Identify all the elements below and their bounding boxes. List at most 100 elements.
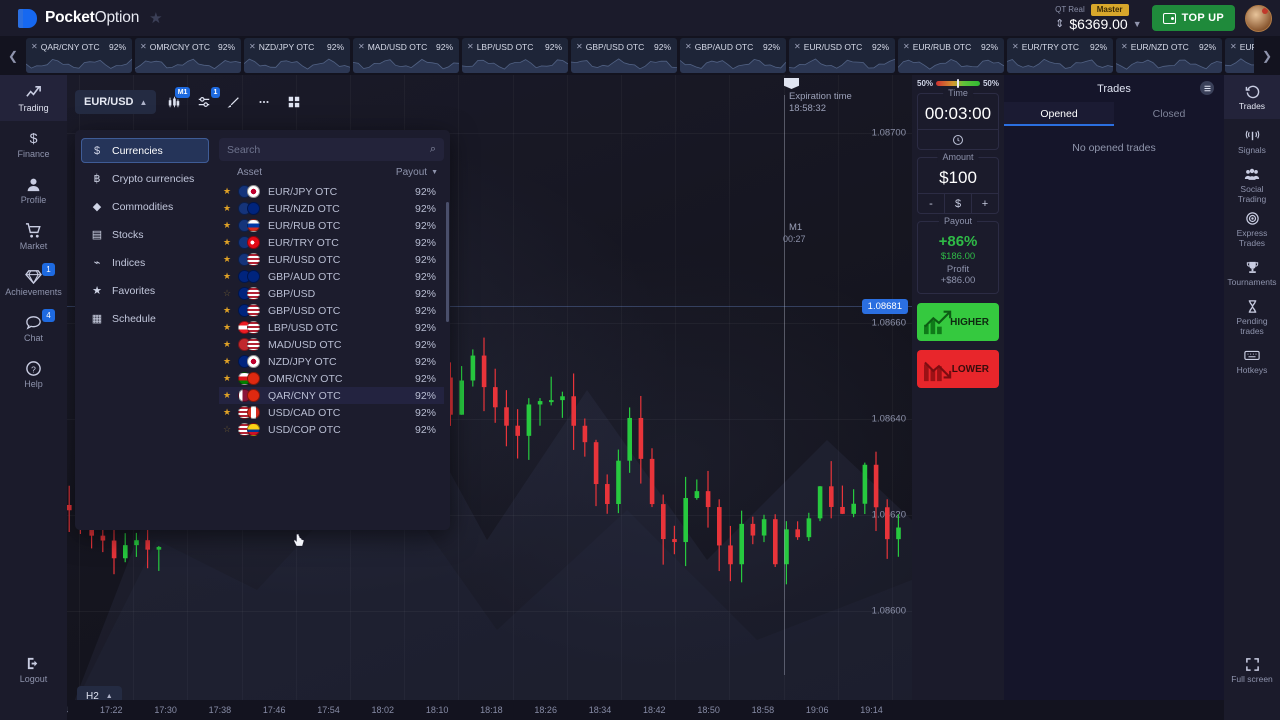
asset-list[interactable]: ★ EUR/JPY OTC 92% ★ EUR/NZD OTC 92% ★ EUR/RUB O… xyxy=(219,183,444,530)
asset-tab[interactable]: ✕ EUR/USD OTC 92% xyxy=(789,38,895,73)
sidebar-item-market[interactable]: Market xyxy=(0,213,67,259)
sidebar-item-social-trading[interactable]: Social Trading xyxy=(1224,163,1280,207)
sidebar-item-signals[interactable]: Signals xyxy=(1224,119,1280,163)
category-favorites[interactable]: ★ Favorites xyxy=(81,278,209,303)
category-stocks[interactable]: ▤ Stocks xyxy=(81,222,209,247)
asset-tab[interactable]: ✕ OMR/CNY OTC 92% xyxy=(135,38,241,73)
asset-row[interactable]: ★ LBP/USD OTC 92% xyxy=(219,319,444,336)
sidebar-item-profile[interactable]: Profile xyxy=(0,167,67,213)
close-icon[interactable]: ✕ xyxy=(576,43,583,51)
time-value[interactable]: 00:03:00 xyxy=(918,103,998,129)
close-icon[interactable]: ✕ xyxy=(794,43,801,51)
more-icon[interactable] xyxy=(252,90,276,114)
chevron-down-icon[interactable]: ▼ xyxy=(1133,19,1142,29)
amount-increment-button[interactable]: + xyxy=(971,194,998,213)
asset-row[interactable]: ★ OMR/CNY OTC 92% xyxy=(219,370,444,387)
swap-account-icon[interactable]: ⇕ xyxy=(1055,18,1064,30)
symbol-selector-button[interactable]: EUR/USD ▲ xyxy=(75,90,157,114)
asset-tab[interactable]: ✕ NZD/JPY OTC 92% xyxy=(244,38,350,73)
sidebar-item-hotkeys[interactable]: Hotkeys xyxy=(1224,339,1280,383)
asset-list-scrollbar[interactable] xyxy=(446,202,449,322)
amount-decrement-button[interactable]: - xyxy=(918,194,944,213)
asset-tabs-list[interactable]: ✕ QAR/CNY OTC 92% ✕ OMR/CNY OTC 92% ✕ NZD/JPY O… xyxy=(26,36,1254,75)
favorite-star-icon[interactable]: ☆ xyxy=(223,288,232,299)
category-crypto-currencies[interactable]: ฿ Crypto currencies xyxy=(81,166,209,191)
asset-tab[interactable]: ✕ GBP/AUD OTC 92% xyxy=(680,38,786,73)
asset-tab[interactable]: ✕ LBP/USD OTC 92% xyxy=(462,38,568,73)
list-icon[interactable] xyxy=(1200,81,1214,95)
asset-category-list[interactable]: $ Currencies ฿ Crypto currencies ◆ Commoditie… xyxy=(75,130,215,530)
favorite-star-icon[interactable]: ★ xyxy=(223,322,232,333)
tab-closed[interactable]: Closed xyxy=(1114,102,1224,126)
amount-value[interactable]: $100 xyxy=(918,167,998,193)
favorite-star-icon[interactable]: ★ xyxy=(223,373,232,384)
search-field[interactable]: ⌕ xyxy=(219,138,444,161)
lower-button[interactable]: LOWER xyxy=(917,350,999,388)
brand-logo[interactable]: PocketOption xyxy=(18,8,139,28)
close-icon[interactable]: ✕ xyxy=(1230,43,1237,51)
trades-tabs[interactable]: Opened Closed xyxy=(1004,102,1224,126)
favorite-star-icon[interactable]: ★ xyxy=(223,186,232,197)
favorite-star-icon[interactable]: ★ xyxy=(223,390,232,401)
favorite-star-icon[interactable]: ★ xyxy=(223,407,232,418)
asset-row[interactable]: ★ MAD/USD OTC 92% xyxy=(219,336,444,353)
asset-tab[interactable]: ✕ EUR/TRY OTC 92% xyxy=(1007,38,1113,73)
asset-tab[interactable]: ✕EUR/ xyxy=(1225,38,1254,73)
close-icon[interactable]: ✕ xyxy=(685,43,692,51)
avatar[interactable] xyxy=(1245,4,1272,32)
favorite-star-icon[interactable]: ★ xyxy=(223,203,232,214)
favorite-star-icon[interactable]: ★ xyxy=(223,220,232,231)
close-icon[interactable]: ✕ xyxy=(903,43,910,51)
sidebar-item-chat[interactable]: Chat 4 xyxy=(0,305,67,351)
asset-row[interactable]: ★ NZD/JPY OTC 92% xyxy=(219,353,444,370)
category-schedule[interactable]: ▦ Schedule xyxy=(81,306,209,331)
asset-tab[interactable]: ✕ EUR/RUB OTC 92% xyxy=(898,38,1004,73)
asset-row[interactable]: ★ GBP/AUD OTC 92% xyxy=(219,268,444,285)
sidebar-item-finance[interactable]: $ Finance xyxy=(0,121,67,167)
asset-row[interactable]: ☆ USD/COP OTC 92% xyxy=(219,421,444,438)
category-commodities[interactable]: ◆ Commodities xyxy=(81,194,209,219)
sidebar-item-tournaments[interactable]: Tournaments xyxy=(1224,251,1280,295)
favorite-star-icon[interactable]: ★ xyxy=(223,254,232,265)
account-balance-widget[interactable]: QT Real Master ⇕ $6369.00 ▼ xyxy=(1055,4,1142,32)
top-up-button[interactable]: TOP UP xyxy=(1151,5,1235,31)
asset-row[interactable]: ★ EUR/TRY OTC 92% xyxy=(219,234,444,251)
favorite-star-icon[interactable]: ★ xyxy=(223,305,232,316)
asset-tab[interactable]: ✕ GBP/USD OTC 92% xyxy=(571,38,677,73)
close-icon[interactable]: ✕ xyxy=(140,43,147,51)
candles-icon[interactable]: M1 xyxy=(162,87,191,114)
search-icon[interactable]: ⌕ xyxy=(430,143,436,156)
asset-row[interactable]: ★ EUR/RUB OTC 92% xyxy=(219,217,444,234)
asset-picker-panel[interactable]: $ Currencies ฿ Crypto currencies ◆ Commoditie… xyxy=(75,130,450,547)
sidebar-item-fullscreen[interactable]: Full screen xyxy=(1224,648,1280,692)
asset-row[interactable]: ★ EUR/NZD OTC 92% xyxy=(219,200,444,217)
favorite-star-icon[interactable]: ★ xyxy=(223,356,232,367)
asset-tab[interactable]: ✕ EUR/NZD OTC 92% xyxy=(1116,38,1222,73)
favorite-star-icon[interactable]: ★ xyxy=(223,271,232,282)
category-currencies[interactable]: $ Currencies xyxy=(81,138,209,163)
category-indices[interactable]: ⌁ Indices xyxy=(81,250,209,275)
search-input[interactable] xyxy=(227,143,430,156)
column-payout-sort[interactable]: Payout ▼ xyxy=(396,167,438,178)
sidebar-item-achievements[interactable]: Achievements 1 xyxy=(0,259,67,305)
time-mode-toggle[interactable] xyxy=(918,129,998,149)
asset-row[interactable]: ★ EUR/USD OTC 92% xyxy=(219,251,444,268)
favorite-star-icon[interactable]: ★ xyxy=(223,237,232,248)
favorite-star-icon[interactable]: ★ xyxy=(149,9,162,27)
brush-icon[interactable] xyxy=(222,90,246,114)
grid-icon[interactable] xyxy=(282,90,306,114)
close-icon[interactable]: ✕ xyxy=(1121,43,1128,51)
chart-area[interactable]: 1.087001.086601.086401.086201.08600 1.08… xyxy=(67,75,912,720)
sidebar-item-pending-trades[interactable]: Pending trades xyxy=(1224,295,1280,339)
asset-tab[interactable]: ✕ QAR/CNY OTC 92% xyxy=(26,38,132,73)
close-icon[interactable]: ✕ xyxy=(249,43,256,51)
higher-button[interactable]: HIGHER xyxy=(917,303,999,341)
sidebar-item-trading[interactable]: Trading xyxy=(0,75,67,121)
favorite-star-icon[interactable]: ★ xyxy=(223,339,232,350)
amount-currency-button[interactable]: $ xyxy=(944,194,971,213)
asset-row[interactable]: ★ QAR/CNY OTC 92% xyxy=(219,387,444,404)
tabs-scroll-left-icon[interactable]: ❮ xyxy=(0,36,26,75)
asset-row[interactable]: ☆ GBP/USD 92% xyxy=(219,285,444,302)
asset-row[interactable]: ★ EUR/JPY OTC 92% xyxy=(219,183,444,200)
sidebar-item-logout[interactable]: Logout xyxy=(0,646,67,692)
